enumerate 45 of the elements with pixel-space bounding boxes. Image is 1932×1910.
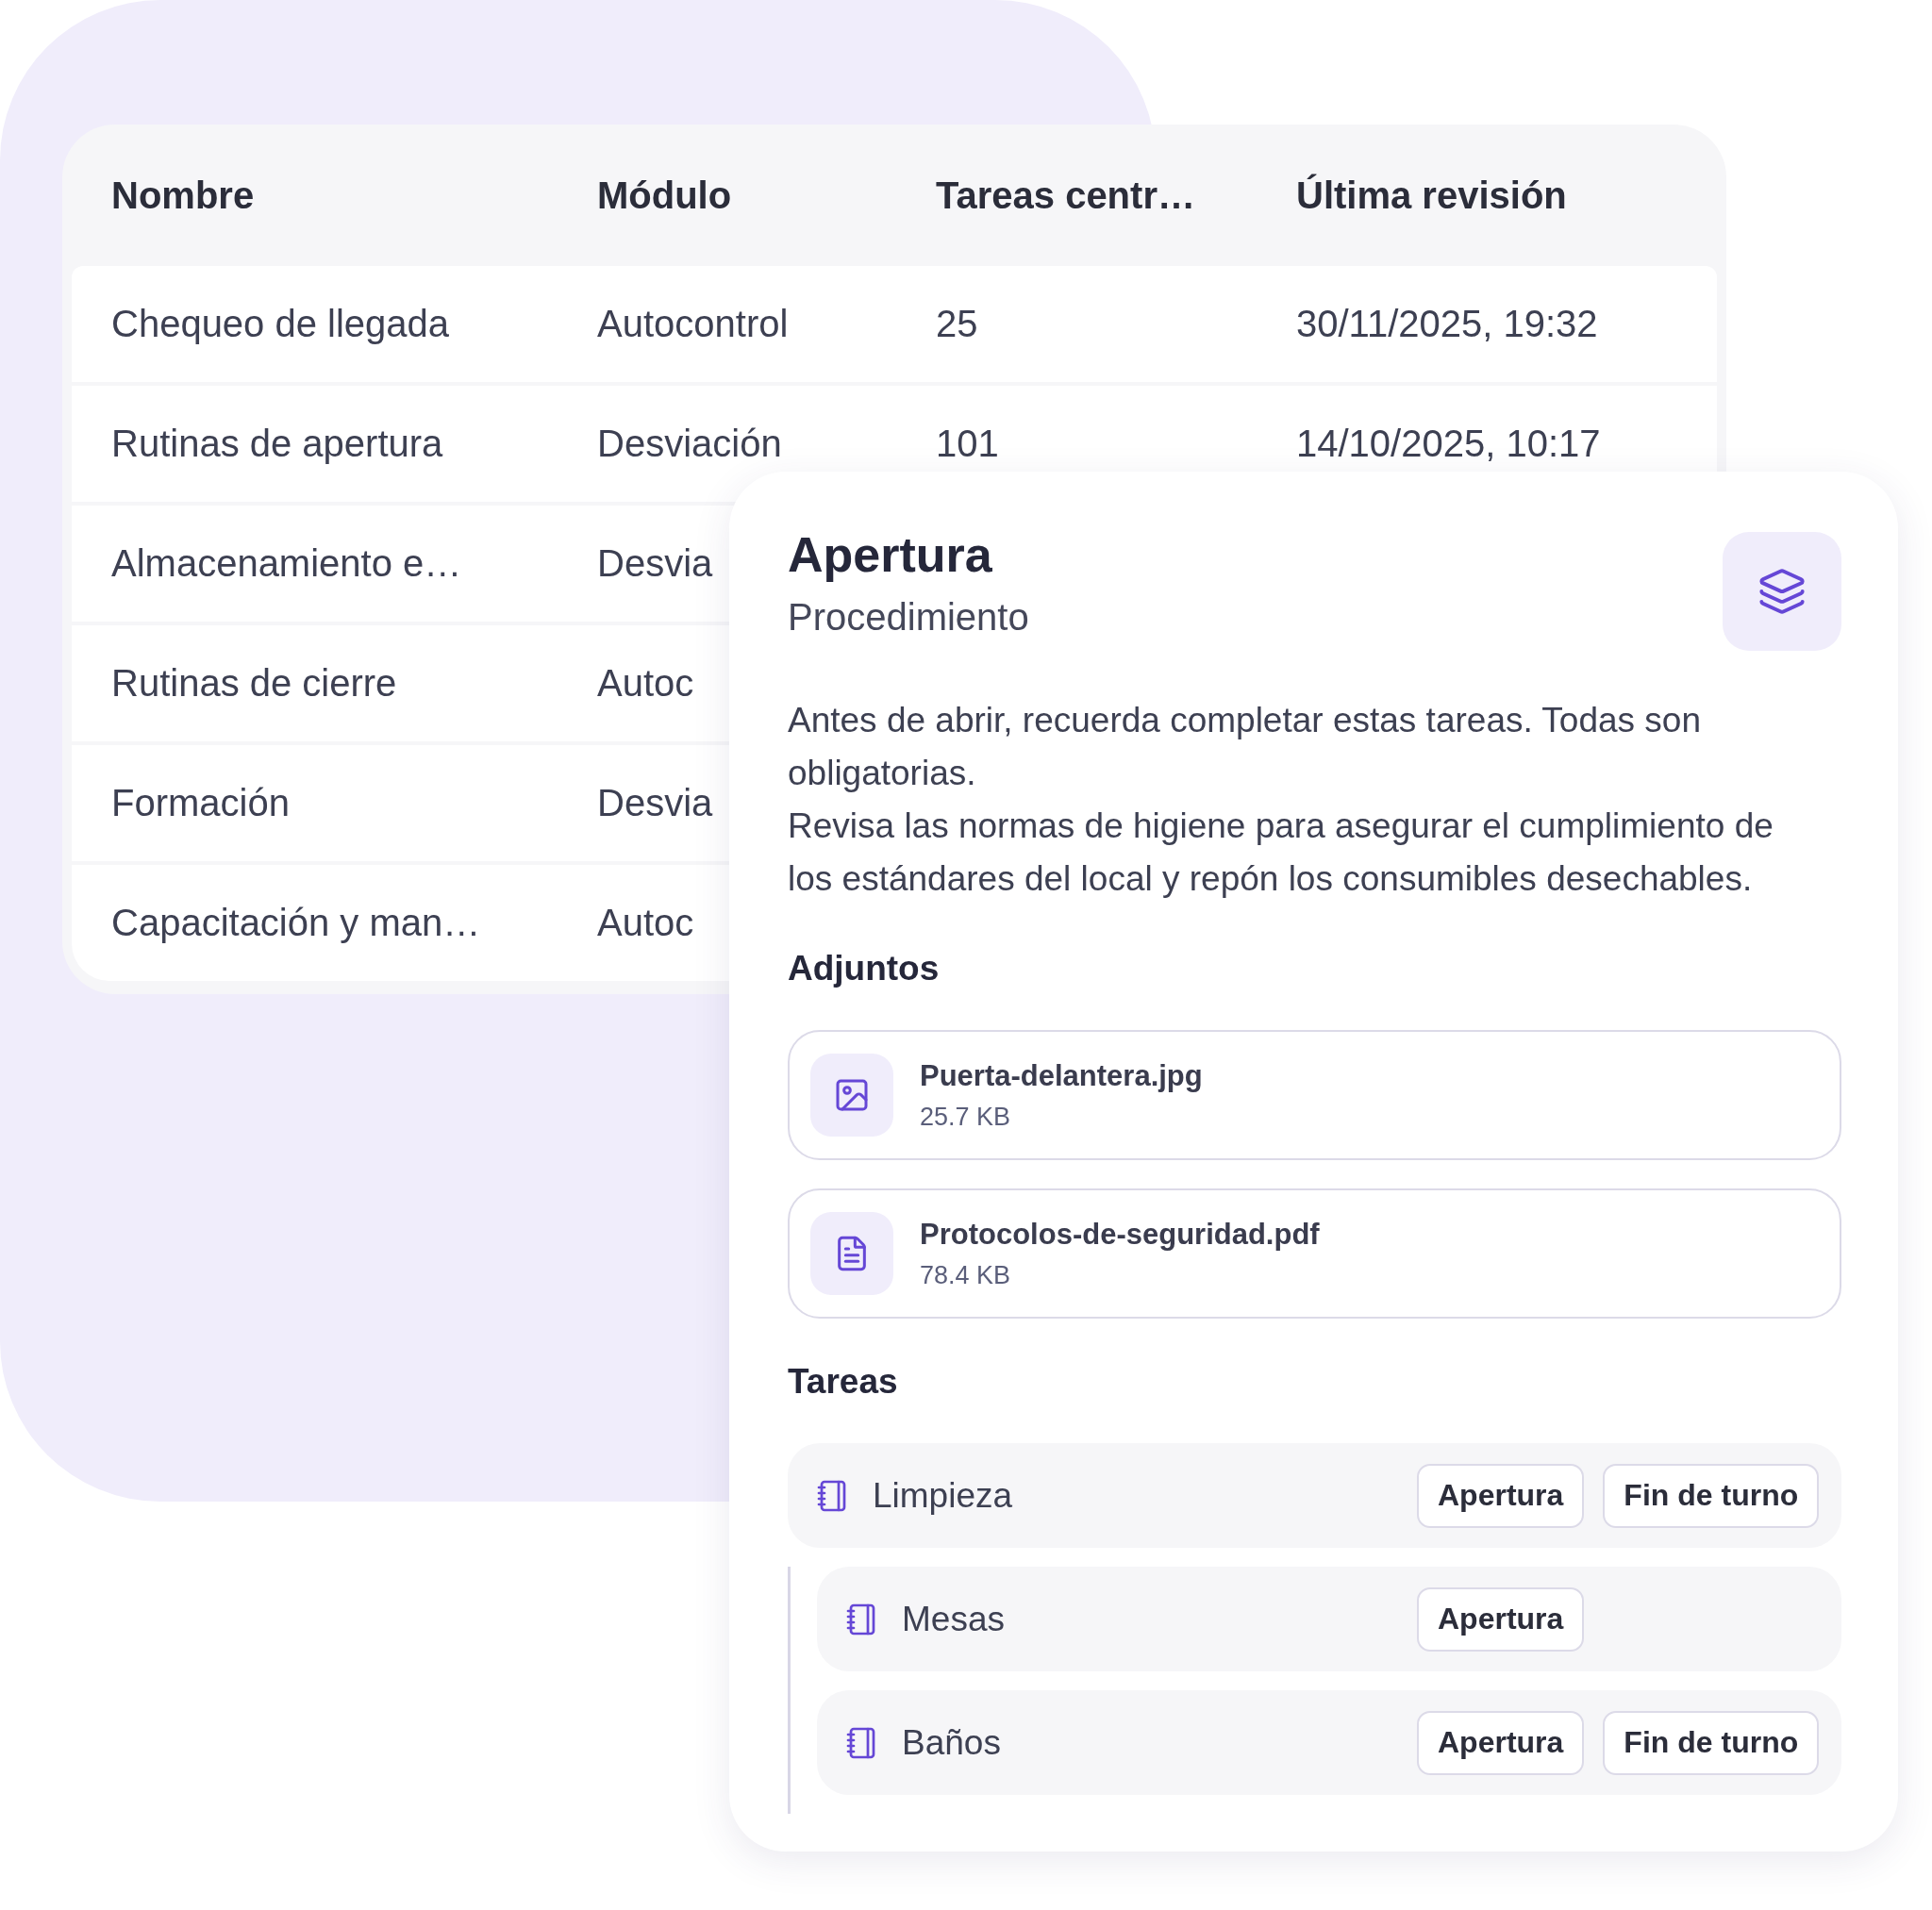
- table-cell: Desvia: [597, 542, 713, 585]
- table-cell: Almacenamiento e…: [111, 542, 462, 585]
- column-header: Nombre: [111, 174, 255, 217]
- table-cell: 101: [936, 423, 999, 465]
- shift-tag: Fin de turno: [1603, 1463, 1820, 1528]
- task-name: Mesas: [902, 1599, 1006, 1639]
- table-cell: Formación: [111, 782, 290, 824]
- column-header: Tareas centr…: [936, 174, 1195, 217]
- task-name: Baños: [902, 1722, 1002, 1763]
- column-header: Última revisión: [1296, 174, 1567, 217]
- file-size: 78.4 KB: [920, 1260, 1012, 1290]
- section-heading: Adjuntos: [788, 949, 941, 988]
- detail-title: Apertura: [788, 526, 993, 583]
- table-cell: 30/11/2025, 19:32: [1296, 303, 1598, 345]
- table-cell: Desvia: [597, 782, 713, 824]
- shift-tag: Apertura: [1417, 1586, 1585, 1652]
- table-cell: Autocontrol: [597, 303, 789, 345]
- file-name: Protocolos-de-seguridad.pdf: [920, 1217, 1320, 1252]
- shift-tag: Apertura: [1417, 1710, 1585, 1775]
- description-text: Revisa las normas de higiene para asegurar el cumplimiento de los estándares del local y repón los consumibles desechables.: [788, 806, 1774, 900]
- table-cell: Rutinas de cierre: [111, 662, 397, 705]
- description-text: Antes de abrir, recuerda completar estas tareas. Todas son obligatorias.: [788, 700, 1703, 794]
- detail-subtitle: Procedimiento: [788, 596, 1029, 639]
- table-cell: Autoc: [597, 662, 694, 705]
- attachment-card[interactable]: Protocolos-de-seguridad.pdf 78.4 KB: [788, 1188, 1841, 1319]
- column-header: Módulo: [597, 174, 732, 217]
- task-row[interactable]: Mesas Apertura: [817, 1567, 1841, 1671]
- file-name: Puerta-delantera.jpg: [920, 1058, 1203, 1093]
- shift-tag: Apertura: [1417, 1463, 1585, 1528]
- shift-tag: Fin de turno: [1603, 1710, 1820, 1775]
- table-cell: Desviación: [597, 423, 782, 465]
- section-heading: Tareas: [788, 1362, 899, 1402]
- attachment-card[interactable]: Puerta-delantera.jpg 25.7 KB: [788, 1030, 1841, 1160]
- layers-icon: [1723, 532, 1841, 651]
- table-cell: Chequeo de llegada: [111, 303, 450, 345]
- table-cell: Capacitación y man…: [111, 902, 481, 944]
- table-cell: 14/10/2025, 10:17: [1296, 423, 1601, 465]
- table-cell: 25: [936, 303, 978, 345]
- task-row[interactable]: Limpieza Apertura Fin de turno: [788, 1443, 1841, 1548]
- table-cell: Rutinas de apertura: [111, 423, 443, 465]
- table-cell: Autoc: [597, 902, 694, 944]
- task-row[interactable]: Baños Apertura Fin de turno: [817, 1690, 1841, 1795]
- table-row[interactable]: Chequeo de llegada Autocontrol 25 30/11/2025, 19:32: [72, 266, 1717, 382]
- file-size: 25.7 KB: [920, 1102, 1012, 1132]
- task-name: Limpieza: [873, 1475, 1014, 1516]
